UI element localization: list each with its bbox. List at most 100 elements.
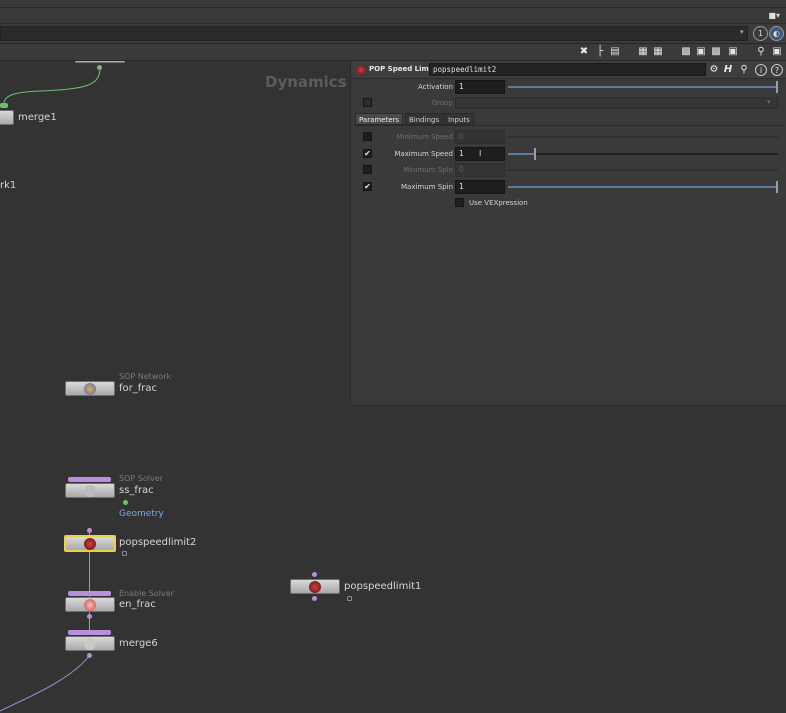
min-speed-checkbox[interactable] [363,132,372,141]
network-toolbar: ✖ ├ ▤ ▦ ▦ ▩ ▣ ▩ ▣ ⚲ ▣ [0,44,786,61]
min-spin-checkbox[interactable] [363,165,372,174]
max-speed-knob[interactable] [534,148,536,160]
tree-icon[interactable]: ├ [594,46,606,58]
tab-inputs[interactable]: Inputs [444,113,474,125]
max-spin-slider[interactable] [508,181,778,193]
camera-icon[interactable]: ▣ [771,46,783,58]
min-spin-slider[interactable] [508,169,778,171]
node-label-ss-frac: ss_frac [119,485,154,496]
group-field[interactable] [455,97,778,109]
node-label-merge6: merge6 [119,638,158,649]
tools-icon[interactable]: ✖ [578,46,590,58]
node-merge6[interactable] [65,636,115,651]
label-max-spin: Maximum Spin [401,183,453,191]
bypass-flag[interactable] [68,630,111,635]
max-speed-fill [508,153,535,155]
label-max-speed: Maximum Speed [394,150,453,158]
node-merge1[interactable] [0,110,14,125]
tab-divider [355,125,783,126]
node-popspeedlimit1[interactable] [290,579,340,594]
activation-fill [508,86,778,88]
sop-network-icon [84,383,96,395]
search-icon[interactable]: ⚲ [755,46,767,58]
row-use-vex: Use VEXpression [351,195,786,211]
pane-menu-icon[interactable]: ■▾ [768,11,780,20]
partial-node-top[interactable] [75,61,125,63]
help-h-icon[interactable]: H [722,64,734,76]
label-activation: Activation [417,83,453,91]
activation-knob[interactable] [776,81,778,93]
output-connector[interactable] [312,596,317,601]
note-icon[interactable]: ▩ [680,46,692,58]
lock-icon [122,551,127,556]
row-min-spin: Minimum Spin 0 [351,162,786,178]
list-icon[interactable]: ▤ [609,46,621,58]
group-checkbox[interactable] [363,98,372,107]
max-spin-knob[interactable] [776,181,778,193]
max-spin-checkbox[interactable]: ✔ [363,182,372,191]
pop-speed-limit-icon [309,581,321,593]
use-vex-checkbox[interactable] [455,198,464,207]
tab-parameters[interactable]: Parameters [355,113,404,125]
path-field[interactable] [0,26,748,41]
node-popspeedlimit2[interactable] [64,535,116,552]
min-speed-field[interactable]: 0 [455,130,505,144]
path-bar: ▾ 1 ◐ [0,24,786,44]
node-label-popspeedlimit1: popspeedlimit1 [344,581,422,592]
node-en-frac[interactable] [65,597,115,612]
output-label-geometry: Geometry [119,509,164,519]
max-speed-checkbox[interactable]: ✔ [363,149,372,158]
info-icon[interactable]: i [755,64,767,76]
node-name-field[interactable]: popspeedlimit2 [429,63,706,76]
search-icon[interactable]: ⚲ [738,64,750,76]
image-icon[interactable]: ▩ [710,46,722,58]
text-cursor-icon: I [479,149,482,158]
path-dropdown-icon[interactable]: ▾ [740,28,744,36]
node-type-enable-solver: Enable Solver [119,589,174,598]
sticky-icon[interactable]: ▣ [695,46,707,58]
label-min-speed: Minimum Speed [396,133,453,141]
connector[interactable] [87,653,92,658]
input-connector[interactable] [312,572,317,577]
min-speed-slider[interactable] [508,136,778,138]
bypass-flag[interactable] [68,477,111,482]
merge-icon [84,638,96,650]
row-min-speed: Minimum Speed 0 [351,129,786,145]
partial-flag [0,103,8,108]
node-label-en-frac: en_frac [119,599,156,610]
max-spin-field[interactable]: 1 [455,180,505,194]
group-dropdown-icon[interactable]: ▾ [767,98,771,106]
gear-icon[interactable]: ⚙ [708,64,720,76]
parameter-header: POP Speed Limit popspeedlimit2 ⚙ H ⚲ i ? [351,61,786,79]
label-group: Group [431,99,453,107]
geometry-output-connector[interactable] [123,500,128,505]
row-max-speed: ✔ Maximum Speed 1 I [351,146,786,162]
link-icon[interactable]: ◐ [769,26,784,41]
wire [89,617,90,631]
activation-field[interactable]: 1 [455,80,505,94]
row-activation: Activation 1 [351,79,786,95]
node-type-icon [356,65,366,75]
max-speed-slider[interactable] [508,148,778,160]
help-icon[interactable]: ? [771,64,783,76]
grid-color-icon[interactable]: ▦ [637,46,649,58]
node-type-label: POP Speed Limit [369,65,435,73]
min-spin-field[interactable]: 0 [455,163,505,177]
row-group: Group ▾ [351,95,786,111]
tab-bindings[interactable]: Bindings [405,113,444,125]
desktop-bar: ■▾ [0,8,786,24]
bypass-flag[interactable] [68,591,111,596]
node-ss-frac[interactable] [65,483,115,498]
max-spin-fill [508,186,778,188]
node-label-partial: rk1 [0,180,17,191]
lock-icon [347,596,352,601]
node-label-for-frac: for_frac [119,383,158,394]
row-max-spin: ✔ Maximum Spin 1 [351,179,786,195]
activation-slider[interactable] [508,81,778,93]
output-connector[interactable] [97,65,102,70]
node-for-frac[interactable] [65,381,115,396]
node-label-merge1: merge1 [18,112,57,123]
box-icon[interactable]: ▣ [727,46,739,58]
pin-number-button[interactable]: 1 [753,26,768,41]
grid-icon[interactable]: ▦ [652,46,664,58]
